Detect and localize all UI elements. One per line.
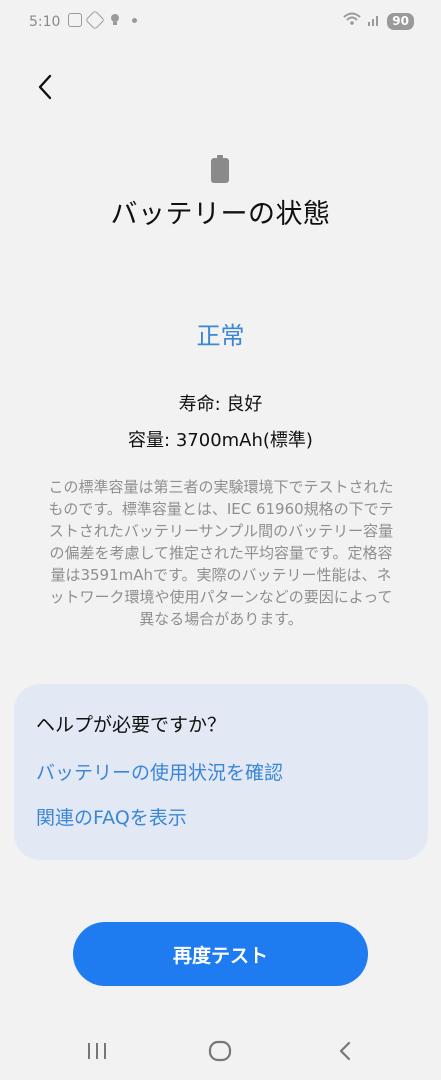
status-time: 5:10 <box>29 14 61 30</box>
faq-link[interactable]: 関連のFAQを表示 <box>36 803 187 830</box>
battery-level-badge: 90 <box>387 12 414 30</box>
battery-icon <box>211 155 229 183</box>
bulb-icon <box>108 13 122 27</box>
battery-usage-link[interactable]: バッテリーの使用状況を確認 <box>36 758 283 785</box>
battery-life-line: 寿命: 良好 <box>178 394 263 415</box>
page-title: バッテリーの状態 <box>110 199 331 230</box>
back-button[interactable] <box>28 70 62 104</box>
back-icon <box>339 1041 351 1061</box>
help-card: ヘルプが必要ですか？ バッテリーの使用状況を確認 関連のFAQを表示 <box>14 684 428 860</box>
signal-icon <box>367 12 381 30</box>
chevron-left-icon <box>38 74 52 100</box>
recents-icon <box>88 1043 106 1059</box>
screenshot-icon <box>68 13 82 27</box>
wifi-icon <box>343 12 361 30</box>
more-notifications-icon <box>132 17 137 23</box>
home-icon <box>208 1040 232 1062</box>
capacity-description: この標準容量は第三者の実験環境下でテストされたものです。標準容量とは、IEC 6… <box>48 478 394 628</box>
status-bar: 5:10 90 <box>0 0 441 44</box>
navigation-bar <box>0 1022 441 1080</box>
status-system-icons: 90 <box>343 12 414 30</box>
battery-capacity-line: 容量: 3700mAh(標準) <box>128 430 313 451</box>
help-card-title: ヘルプが必要ですか？ <box>36 714 227 736</box>
tag-icon <box>85 10 105 30</box>
retest-button[interactable]: 再度テスト <box>73 922 368 986</box>
battery-status-value: 正常 <box>196 322 245 350</box>
home-button[interactable] <box>205 1036 235 1066</box>
recents-button[interactable] <box>82 1036 112 1066</box>
nav-back-button[interactable] <box>330 1036 360 1066</box>
status-notification-icons <box>68 10 137 30</box>
